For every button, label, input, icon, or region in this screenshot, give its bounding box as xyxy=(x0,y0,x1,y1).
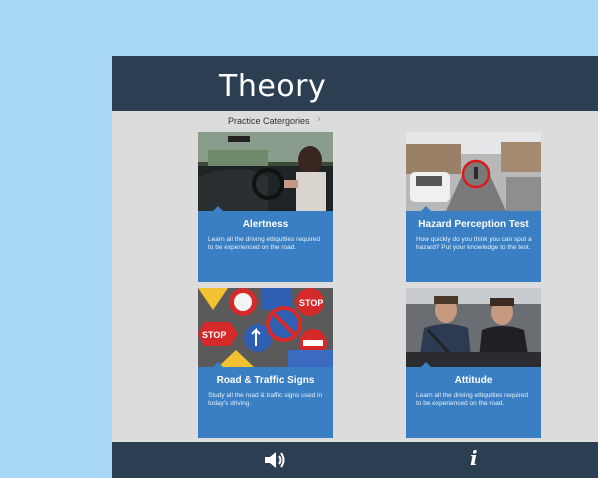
speaker-icon[interactable] xyxy=(264,450,286,470)
breadcrumb-label[interactable]: Practice Catergories xyxy=(228,116,310,126)
chevron-right-icon[interactable]: › xyxy=(317,113,321,125)
category-card-alertness[interactable]: Alertness Learn all the driving ettiqutt… xyxy=(198,132,333,282)
card-notch xyxy=(420,362,432,368)
card-title: Alertness xyxy=(242,219,289,230)
card-title: Hazard Perception Test xyxy=(418,219,529,230)
breadcrumb: Practice Catergories › xyxy=(112,111,598,130)
category-card-attitude[interactable]: Attitude Learn all the driving ettiqutti… xyxy=(406,288,541,438)
card-notch xyxy=(212,206,224,212)
card-description: Learn all the driving ettiqutties requir… xyxy=(416,392,529,408)
driving-instructor-photo xyxy=(406,288,541,367)
theory-app: Theory Practice Catergories › Alertness … xyxy=(112,56,598,478)
card-description: How quickly do you think you can spot a … xyxy=(416,236,532,252)
card-title: Attitude xyxy=(454,375,493,386)
card-description: Learn all the driving ettiqutties requir… xyxy=(208,236,321,252)
header-bar: Theory xyxy=(112,56,598,111)
page-title: Theory xyxy=(219,69,327,104)
card-notch xyxy=(212,362,224,368)
svg-text:STOP: STOP xyxy=(299,298,323,308)
card-notch xyxy=(420,206,432,212)
street-hazard-photo xyxy=(406,132,541,211)
footer-bar: i xyxy=(112,442,598,478)
info-icon[interactable]: i xyxy=(470,446,478,470)
category-card-road-traffic-signs[interactable]: STOP STOP Road & Traffic Signs Study all… xyxy=(198,288,333,438)
category-card-hazard-perception[interactable]: Hazard Perception Test How quickly do yo… xyxy=(406,132,541,282)
card-title: Road & Traffic Signs xyxy=(216,375,315,386)
traffic-signs-photo: STOP STOP xyxy=(198,288,333,367)
svg-text:STOP: STOP xyxy=(202,330,226,340)
card-description: Study all the road & traffic signs used … xyxy=(208,392,323,408)
car-interior-photo xyxy=(198,132,333,211)
